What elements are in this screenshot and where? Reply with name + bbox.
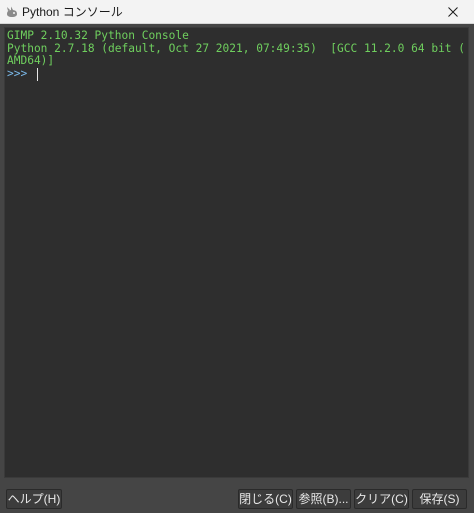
button-bar: ヘルプ(H) 閉じる(C) 参照(B)... クリア(C) 保存(S) — [0, 485, 474, 513]
console-line: GIMP 2.10.32 Python Console — [7, 30, 189, 42]
close-button[interactable]: 閉じる(C) — [238, 489, 293, 509]
window-title: Python コンソール — [22, 5, 123, 19]
title-bar[interactable]: Python コンソール — [0, 0, 474, 24]
python-console-window: Python コンソール GIMP 2.10.32 Python Console… — [0, 0, 474, 513]
console-line: AMD64)] — [7, 55, 55, 68]
prompt-line[interactable]: >>> — [7, 67, 466, 82]
prompt-marker: >>> — [7, 67, 34, 81]
close-icon — [448, 6, 458, 17]
console-line: Python 2.7.18 (default, Oct 27 2021, 07:… — [7, 42, 466, 55]
text-cursor — [36, 68, 38, 82]
gimp-wilber-icon — [7, 6, 17, 17]
clear-button[interactable]: クリア(C) — [354, 489, 409, 509]
close-window-button[interactable] — [432, 0, 474, 23]
browse-button[interactable]: 参照(B)... — [296, 489, 351, 509]
save-button[interactable]: 保存(S) — [412, 489, 467, 509]
console-output[interactable]: GIMP 2.10.32 Python Console Python 2.7.1… — [4, 27, 469, 478]
help-button[interactable]: ヘルプ(H) — [6, 489, 62, 509]
